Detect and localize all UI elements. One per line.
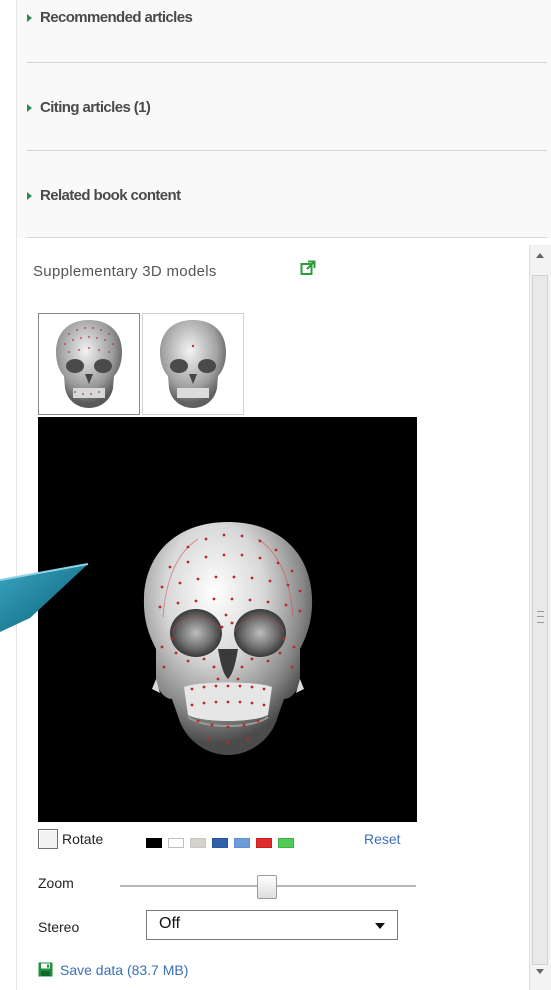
save-data-link[interactable]: Save data (83.7 MB) xyxy=(60,962,188,978)
external-link-icon[interactable] xyxy=(300,260,316,276)
divider xyxy=(27,150,547,151)
stereo-label: Stereo xyxy=(38,919,80,935)
rotate-label: Rotate xyxy=(62,831,104,847)
floppy-disk-icon xyxy=(38,962,53,977)
stereo-select[interactable]: Off xyxy=(146,910,398,940)
divider xyxy=(27,237,547,238)
accordion-label: Recommended articles xyxy=(40,9,193,26)
accordion-citing-articles[interactable]: Citing articles (1) xyxy=(17,64,551,152)
expand-arrow-icon xyxy=(27,192,32,200)
scrollbar-grip-icon xyxy=(537,611,544,623)
skull-thumbnail-image xyxy=(160,320,226,408)
color-swatch-green[interactable] xyxy=(278,838,294,848)
expand-arrow-icon xyxy=(27,104,32,112)
divider xyxy=(27,62,547,63)
panel-scrollbar[interactable] xyxy=(529,245,551,990)
expand-arrow-icon xyxy=(27,14,32,22)
zoom-slider-handle[interactable] xyxy=(257,875,277,899)
color-swatch-white[interactable] xyxy=(168,838,184,848)
scroll-up-arrow-icon[interactable] xyxy=(536,253,544,258)
panel-title: Supplementary 3D models xyxy=(33,263,217,280)
color-swatch-dark-blue[interactable] xyxy=(212,838,228,848)
article-sidebar-accordion: Recommended articles Citing articles (1)… xyxy=(17,0,551,238)
viewer-controls: Rotate Reset Zoom Stereo Off Save data (… xyxy=(38,825,418,985)
accordion-label: Citing articles (1) xyxy=(40,99,151,116)
rotate-checkbox[interactable] xyxy=(38,829,58,849)
color-swatch-light-gray[interactable] xyxy=(190,838,206,848)
color-swatch-light-blue[interactable] xyxy=(234,838,250,848)
thumbnail-skull-landmarks[interactable] xyxy=(38,313,140,415)
zoom-label: Zoom xyxy=(38,875,74,891)
skull-thumbnail-image xyxy=(56,320,122,408)
color-swatch-red[interactable] xyxy=(256,838,272,848)
thumbnail-skull-plain[interactable] xyxy=(142,313,244,415)
accordion-label: Related book content xyxy=(40,187,181,204)
color-swatch-black[interactable] xyxy=(146,838,162,848)
reset-link[interactable]: Reset xyxy=(364,831,401,847)
scroll-down-arrow-icon[interactable] xyxy=(536,969,544,974)
callout-arrow-overlay xyxy=(0,563,89,632)
scrollbar-thumb[interactable] xyxy=(532,275,548,965)
left-page-edge xyxy=(0,0,17,990)
stereo-selected-value: Off xyxy=(159,915,181,932)
accordion-related-book-content[interactable]: Related book content xyxy=(17,152,551,240)
chevron-down-icon xyxy=(375,923,385,929)
